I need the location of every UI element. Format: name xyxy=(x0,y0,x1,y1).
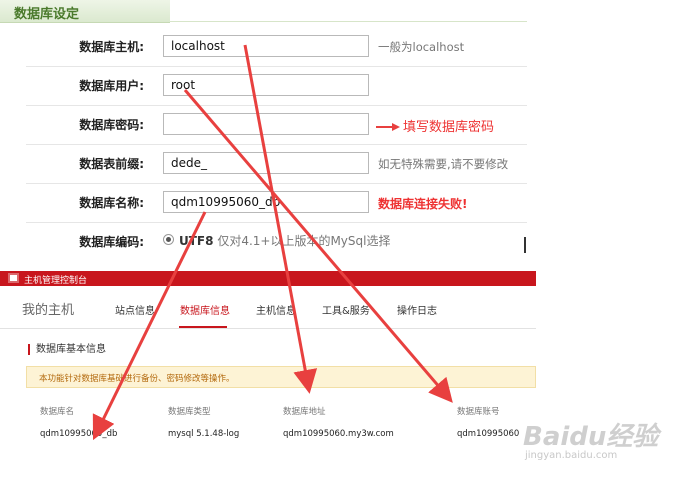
db-password-input[interactable] xyxy=(163,113,369,135)
tab-site-info[interactable]: 站点信息 xyxy=(115,302,155,317)
utf8-radio-label: UTF8 仅对4.1+以上版本的MySql选择 xyxy=(179,232,390,249)
table-prefix-hint: 如无特殊需要,请不要修改 xyxy=(378,157,509,171)
db-password-label: 数据库密码: xyxy=(79,118,144,132)
utf8-option: UTF8 xyxy=(179,234,214,248)
db-encoding-label: 数据库编码: xyxy=(79,235,144,249)
table-prefix-input[interactable]: dede_ xyxy=(163,152,369,174)
db-host-hint: 一般为localhost xyxy=(378,40,465,54)
db-basic-info-card: 数据库基本信息 本功能针对数据库基础进行备份、密码修改等操作。 xyxy=(26,334,536,464)
table-cell-db-address: qdm10995060.my3w.com xyxy=(283,429,394,439)
utf8-radio[interactable] xyxy=(163,234,174,245)
db-name-label: 数据库名称: xyxy=(79,196,144,210)
utf8-option-note: 仅对4.1+以上版本的MySql选择 xyxy=(217,234,391,248)
tab-operation-log[interactable]: 操作日志 xyxy=(397,302,437,317)
console-title: 主机管理控制台 xyxy=(24,276,88,286)
db-password-hint: 填写数据库密码 xyxy=(403,120,495,135)
watermark-sub: jingyan.baidu.com xyxy=(525,450,618,461)
table-header-db-name: 数据库名 xyxy=(40,407,75,417)
divider xyxy=(170,21,527,22)
db-connection-error: 数据库连接失败! xyxy=(378,197,468,211)
settings-title: 数据库设定 xyxy=(14,7,80,22)
text-cursor xyxy=(524,237,526,253)
active-tab-indicator xyxy=(179,326,227,328)
table-header-db-account: 数据库账号 xyxy=(457,407,500,417)
db-host-input[interactable]: localhost xyxy=(163,35,369,57)
form-row-encoding: 数据库编码: UTF8 仅对4.1+以上版本的MySql选择 xyxy=(26,223,527,261)
db-user-label: 数据库用户: xyxy=(79,79,144,93)
settings-header: 数据库设定 xyxy=(0,0,170,23)
notice-banner: 本功能针对数据库基础进行备份、密码修改等操作。 xyxy=(26,366,536,388)
table-cell-db-name: qdm10995060_db xyxy=(40,429,118,439)
form-row-dbname: 数据库名称: qdm10995060_db 数据库连接失败! xyxy=(26,184,527,223)
baidu-watermark: Baidu经验 jingyan.baidu.com xyxy=(523,416,678,472)
console-logo-icon xyxy=(8,273,19,283)
table-header-db-address: 数据库地址 xyxy=(283,407,326,417)
db-host-label: 数据库主机: xyxy=(79,40,144,54)
watermark-main: Baidu经验 xyxy=(523,422,659,452)
form-row-host: 数据库主机: localhost 一般为localhost xyxy=(26,28,527,67)
form-row-user: 数据库用户: root xyxy=(26,67,527,106)
form-row-password: 数据库密码: 填写数据库密码 xyxy=(26,106,527,145)
console-title-bar: 主机管理控制台 xyxy=(0,271,536,286)
db-user-input[interactable]: root xyxy=(163,74,369,96)
tab-host-info[interactable]: 主机信息 xyxy=(256,302,296,317)
notice-text: 本功能针对数据库基础进行备份、密码修改等操作。 xyxy=(39,374,235,384)
section-title: 数据库基本信息 xyxy=(28,344,106,355)
table-cell-db-account: qdm10995060 xyxy=(457,429,520,439)
arrow-right-icon xyxy=(376,123,400,131)
table-prefix-label: 数据表前缀: xyxy=(79,157,144,171)
tab-database-info[interactable]: 数据库信息 xyxy=(180,302,230,317)
database-settings-panel: 数据库设定 数据库主机: localhost 一般为localhost 数据库用… xyxy=(0,0,527,262)
console-tabs: 我的主机 站点信息 数据库信息 主机信息 工具&服务 操作日志 xyxy=(0,290,536,329)
tab-tools-services[interactable]: 工具&服务 xyxy=(322,302,370,317)
tab-my-host[interactable]: 我的主机 xyxy=(22,299,74,318)
table-cell-db-type: mysql 5.1.48-log xyxy=(168,429,240,439)
table-header-db-type: 数据库类型 xyxy=(168,407,211,417)
form-row-prefix: 数据表前缀: dede_ 如无特殊需要,请不要修改 xyxy=(26,145,527,184)
db-name-input[interactable]: qdm10995060_db xyxy=(163,191,369,213)
